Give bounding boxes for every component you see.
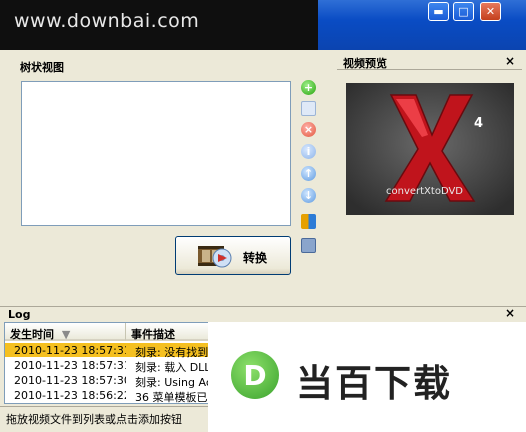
watermark-logo: D [231, 351, 279, 399]
sort-desc-icon: ▼ [61, 328, 71, 341]
logo-caption: convertXtoDVD [386, 186, 463, 197]
window-title: www.downbai.com [14, 10, 200, 32]
convert-button[interactable]: 转换 [175, 236, 291, 275]
log-close-icon[interactable]: × [505, 306, 515, 320]
move-down-icon[interactable]: ↓ [301, 188, 316, 203]
row-time: 2010-11-23 18:57:31 [14, 359, 126, 372]
log-panel-title: Log [8, 308, 31, 321]
logo-version: 4 [474, 116, 483, 131]
preview-close-icon[interactable]: × [505, 54, 515, 68]
row-event: 36 菜单模板已 [135, 391, 208, 404]
row-time: 2010-11-23 18:57:31 [14, 344, 126, 357]
close-button[interactable]: ✕ [480, 2, 501, 21]
title-banner: www.downbai.com [0, 0, 318, 50]
column-header-event-label: 事件描述 [131, 328, 175, 341]
tree-panel-label: 树状视图 [20, 61, 64, 74]
convert-button-label: 转换 [243, 251, 268, 265]
watermark-text: 当百下载 [296, 362, 452, 405]
tree-view[interactable] [21, 81, 291, 226]
maximize-button[interactable]: □ [453, 2, 474, 21]
info-icon[interactable]: i [301, 144, 316, 159]
preview-panel-title: 视频预览 [343, 57, 387, 70]
tools-icon[interactable] [301, 214, 316, 229]
add-icon[interactable]: + [301, 80, 316, 95]
delete-icon[interactable]: × [301, 122, 316, 137]
minimize-button[interactable]: ▬ [428, 2, 449, 21]
preview-image: 4 convertXtoDVD [346, 83, 514, 215]
move-up-icon[interactable]: ↑ [301, 166, 316, 181]
convertx-logo: 4 convertXtoDVD [346, 83, 514, 215]
watermark-d-icon: D [243, 359, 266, 392]
edit-icon[interactable] [301, 101, 316, 116]
column-header-time-label: 发生时间 [10, 328, 54, 341]
monitor-icon[interactable] [301, 238, 316, 253]
film-disc-icon [198, 246, 232, 268]
status-text: 拖放视频文件到列表或点击添加按钮 [6, 413, 182, 426]
watermark-logo-letter: D [243, 359, 266, 392]
column-header-time[interactable]: 发生时间 ▼ [5, 323, 126, 341]
log-header [0, 306, 526, 322]
row-time: 2010-11-23 18:57:30 [14, 374, 126, 387]
row-time: 2010-11-23 18:56:22 [14, 389, 126, 402]
